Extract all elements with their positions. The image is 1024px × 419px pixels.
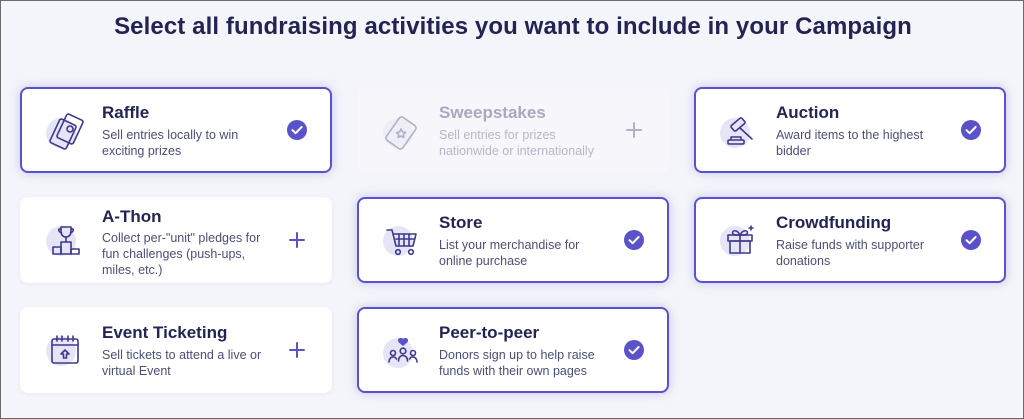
activity-description: List your merchandise for online purchas… bbox=[439, 238, 580, 268]
activity-card-crowdfunding[interactable]: Crowdfunding Raise funds with supporter … bbox=[694, 197, 1006, 283]
activity-title: Raffle bbox=[102, 103, 150, 122]
activity-description: Donors sign up to help raise funds with … bbox=[439, 348, 595, 378]
activity-card-auction[interactable]: Auction Award items to the highest bidde… bbox=[694, 87, 1006, 173]
page-frame: Select all fundraising activities you wa… bbox=[0, 0, 1024, 419]
check-icon[interactable] bbox=[623, 229, 645, 251]
activity-card-sweepstakes[interactable]: Sweepstakes Sell entries for prizes nati… bbox=[357, 87, 669, 173]
check-icon[interactable] bbox=[286, 119, 308, 141]
event-calendar-icon bbox=[44, 327, 90, 373]
activity-title: Store bbox=[439, 213, 483, 232]
check-icon[interactable] bbox=[960, 229, 982, 251]
activity-description: Sell entries locally to win exciting pri… bbox=[102, 128, 239, 158]
activity-title: Event Ticketing bbox=[102, 323, 228, 342]
check-icon[interactable] bbox=[623, 339, 645, 361]
plus-icon[interactable] bbox=[286, 229, 308, 251]
activity-description: Raise funds with supporter donations bbox=[776, 238, 924, 268]
sweepstakes-ticket-icon bbox=[381, 107, 427, 153]
activity-card-peer-to-peer[interactable]: Peer-to-peer Donors sign up to help rais… bbox=[357, 307, 669, 393]
activity-card-raffle[interactable]: Raffle Sell entries locally to win excit… bbox=[20, 87, 332, 173]
activity-description: Collect per-"unit" pledges for fun chall… bbox=[102, 231, 261, 277]
people-group-icon bbox=[381, 327, 427, 373]
activity-title: A-Thon bbox=[102, 207, 162, 226]
activity-card-store[interactable]: Store List your merchandise for online p… bbox=[357, 197, 669, 283]
activity-title: Crowdfunding bbox=[776, 213, 892, 232]
check-icon[interactable] bbox=[960, 119, 982, 141]
trophy-podium-icon bbox=[44, 217, 90, 263]
activity-description: Award items to the highest bidder bbox=[776, 128, 924, 158]
activity-card-event-ticketing[interactable]: Event Ticketing Sell tickets to attend a… bbox=[20, 307, 332, 393]
activity-description: Sell entries for prizes nationwide or in… bbox=[439, 128, 594, 158]
raffle-tickets-icon bbox=[44, 107, 90, 153]
activity-title: Auction bbox=[776, 103, 840, 122]
activity-title: Sweepstakes bbox=[439, 103, 546, 122]
gavel-icon bbox=[718, 107, 764, 153]
plus-icon[interactable] bbox=[286, 339, 308, 361]
activity-description: Sell tickets to attend a live or virtual… bbox=[102, 348, 262, 378]
gift-box-icon bbox=[718, 217, 764, 263]
shopping-cart-icon bbox=[381, 217, 427, 263]
page-title: Select all fundraising activities you wa… bbox=[114, 13, 912, 40]
activity-title: Peer-to-peer bbox=[439, 323, 540, 342]
activity-card-athon[interactable]: A-Thon Collect per-"unit" pledges for fu… bbox=[20, 197, 332, 283]
plus-icon[interactable] bbox=[623, 119, 645, 141]
